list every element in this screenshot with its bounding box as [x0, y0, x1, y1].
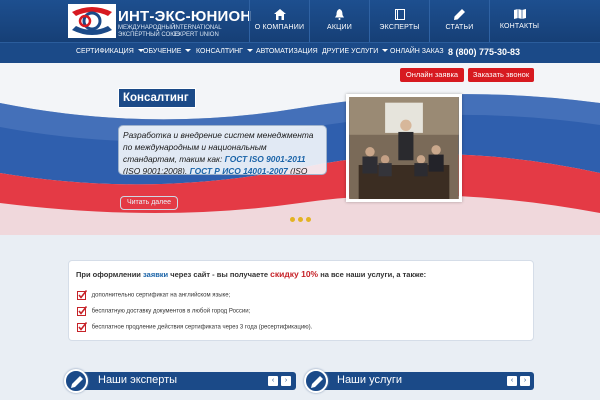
notice-item-text: бесплатное продление действия сертификат… [91, 324, 313, 331]
logo[interactable]: ИНТ-ЭКС-ЮНИОН МЕЖДУНАРОДНЫЙINTERNATIONAL… [68, 4, 251, 38]
notice-head-3: на все наши услуги, а также: [320, 270, 427, 279]
subnav-consulting[interactable]: КОНСАЛТИНГ [196, 48, 253, 55]
nav-articles[interactable]: СТАТЬИ [429, 0, 489, 42]
slider-dot[interactable] [298, 217, 303, 222]
hero-standard-2[interactable]: ГОСТ Р ИСО 14001-2007 [190, 166, 288, 174]
notice-list-item: бесплатное продление действия сертификат… [77, 322, 312, 332]
subnav-certification-label: СЕРТИФИКАЦИЯ [76, 48, 134, 55]
sub-nav: СЕРТИФИКАЦИЯ ОБУЧЕНИЕ КОНСАЛТИНГ АВТОМАТ… [0, 42, 600, 63]
nav-contacts-label: КОНТАКТЫ [499, 23, 540, 30]
nav-promos-label: АКЦИИ [327, 24, 352, 31]
site-header: ИНТ-ЭКС-ЮНИОН МЕЖДУНАРОДНЫЙINTERNATIONAL… [0, 0, 600, 42]
checkbox-checked-icon [77, 290, 88, 300]
subnav-training[interactable]: ОБУЧЕНИЕ [143, 48, 192, 55]
notice-head-1: При оформлении [76, 270, 141, 279]
pencil-icon [71, 376, 83, 388]
subnav-automation-label: АВТОМАТИЗАЦИЯ [256, 48, 318, 55]
hero-heading: Консалтинг [118, 88, 196, 108]
chevron-down-icon [246, 49, 253, 52]
logo-sub-right-2: EXPERT UNION [174, 31, 219, 38]
hero-text-3: (ISO [290, 166, 308, 175]
services-prev-button[interactable]: ‹ [507, 376, 517, 386]
experts-panel-badge [64, 369, 88, 393]
subnav-automation[interactable]: АВТОМАТИЗАЦИЯ [256, 48, 318, 55]
nav-about-label: О КОМПАНИИ [254, 24, 305, 31]
logo-title: ИНТ-ЭКС-ЮНИОН [118, 8, 252, 25]
chevron-down-icon [382, 49, 389, 52]
subnav-certification[interactable]: СЕРТИФИКАЦИЯ [76, 48, 144, 55]
services-panel-header: Наши услуги ‹ › [312, 372, 534, 390]
logo-sub-left-2: ЭКСПЕРТНЫЙ СОЮЗ [118, 31, 180, 38]
subnav-other-services-label: ДРУГИЕ УСЛУГИ [322, 48, 379, 55]
slider-dots [290, 217, 314, 222]
notice-item-text: дополнительно сертификат на английском я… [91, 292, 231, 299]
slider-dot[interactable] [306, 217, 311, 222]
discount-notice: При оформлении заявки через сайт - вы по… [68, 260, 534, 341]
logo-subtitle: МЕЖДУНАРОДНЫЙINTERNATIONAL ЭКСПЕРТНЫЙ СО… [118, 25, 230, 38]
notice-request-link[interactable]: заявки [143, 270, 168, 279]
services-panel-title[interactable]: Наши услуги [337, 374, 402, 386]
subnav-other-services[interactable]: ДРУГИЕ УСЛУГИ [322, 48, 389, 55]
hero-description: Разработка и внедрение систем менеджмент… [118, 125, 327, 175]
services-panel-badge [304, 369, 328, 393]
notice-heading: При оформлении заявки через сайт - вы по… [76, 269, 426, 279]
subnav-online-order[interactable]: ОНЛАЙН ЗАКАЗ [390, 48, 444, 55]
home-icon [273, 9, 286, 20]
nav-articles-label: СТАТЬИ [445, 24, 474, 31]
hero-slider: Онлайн заявка Заказать звонок Консалтинг… [0, 63, 600, 235]
map-icon [513, 9, 526, 19]
nav-experts[interactable]: ЭКСПЕРТЫ [369, 0, 429, 42]
chevron-down-icon [185, 49, 192, 52]
checkbox-checked-icon [77, 322, 88, 332]
experts-panel-title[interactable]: Наши эксперты [98, 374, 177, 386]
hero-text-2: (ISO 9001:2008), [123, 166, 188, 175]
pencil-icon [311, 376, 323, 388]
nav-promos[interactable]: АКЦИИ [309, 0, 369, 42]
read-more-button[interactable]: Читать далее [120, 196, 178, 210]
notice-list-item: бесплатную доставку документов в любой г… [77, 306, 250, 316]
notice-head-2: через сайт - вы получаете [170, 270, 269, 279]
logo-mark-icon [68, 4, 116, 38]
hero-standard-1[interactable]: ГОСТ ISO 9001-2011 [225, 154, 306, 164]
bell-icon [335, 9, 344, 20]
nav-about[interactable]: О КОМПАНИИ [249, 0, 309, 42]
slider-dot[interactable] [290, 217, 295, 222]
experts-panel-header: Наши эксперты ‹ › [72, 372, 296, 390]
nav-experts-label: ЭКСПЕРТЫ [379, 24, 420, 31]
experts-next-button[interactable]: › [281, 376, 291, 386]
online-request-button[interactable]: Онлайн заявка [400, 68, 464, 82]
services-next-button[interactable]: › [520, 376, 530, 386]
subnav-training-label: ОБУЧЕНИЕ [143, 48, 182, 55]
top-nav: О КОМПАНИИ АКЦИИ ЭКСПЕРТЫ СТАТЬИ КОНТАКТ… [249, 0, 549, 42]
pencil-icon [454, 9, 465, 20]
notice-item-text: бесплатную доставку документов в любой г… [91, 308, 251, 315]
hero-photo [346, 94, 462, 202]
experts-prev-button[interactable]: ‹ [268, 376, 278, 386]
checkbox-checked-icon [77, 306, 88, 316]
nav-contacts[interactable]: КОНТАКТЫ [489, 0, 549, 42]
subnav-consulting-label: КОНСАЛТИНГ [196, 48, 243, 55]
notice-list-item: дополнительно сертификат на английском я… [77, 290, 230, 300]
subnav-online-order-label: ОНЛАЙН ЗАКАЗ [390, 48, 444, 55]
book-icon [394, 9, 405, 20]
request-call-button[interactable]: Заказать звонок [468, 68, 534, 82]
notice-discount: скидку 10% [270, 269, 319, 279]
phone-number[interactable]: 8 (800) 775-30-83 [448, 47, 520, 57]
